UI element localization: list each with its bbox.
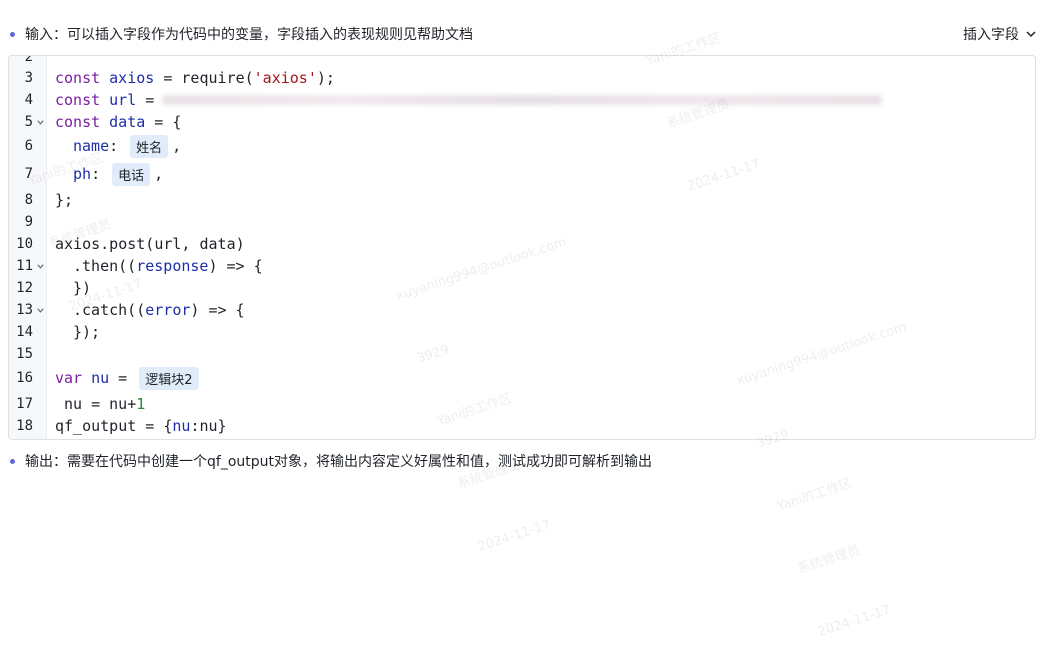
output-hint-row: 输出：需要在代码中创建一个qf_output对象，将输出内容定义好属性和值，测试…	[0, 449, 1051, 473]
field-chip-logic-block[interactable]: 逻辑块2	[139, 366, 199, 390]
code-line: 15	[9, 343, 1035, 365]
line-number: 15	[16, 346, 33, 362]
line-number: 12	[16, 280, 33, 296]
redacted-url	[162, 95, 883, 105]
line-number: 17	[16, 396, 33, 412]
input-hint-row: 输入：可以插入字段作为代码中的变量，字段插入的表现规则见帮助文档 插入字段	[0, 22, 1051, 46]
insert-field-label: 插入字段	[963, 27, 1019, 43]
code-line: 18 qf_output = { nu :nu}	[9, 415, 1035, 437]
chevron-down-icon	[1026, 31, 1036, 38]
output-bullet	[10, 458, 15, 464]
code-line: 3 const axios = require( 'axios' );	[9, 67, 1035, 89]
fold-chevron-icon[interactable]	[33, 262, 47, 271]
code-line: 17 nu = nu+ 1	[9, 393, 1035, 415]
fold-chevron-icon[interactable]	[33, 118, 47, 127]
code-line: 14 });	[9, 321, 1035, 343]
code-line: 9	[9, 211, 1035, 233]
code-line: 11 .then(( response ) => {	[9, 255, 1035, 277]
line-number: 8	[24, 192, 33, 208]
code-line: 10 axios.post(url, data)	[9, 233, 1035, 255]
code-line: 13 .catch(( error ) => {	[9, 299, 1035, 321]
line-number: 4	[24, 92, 33, 108]
input-bullet	[10, 31, 15, 37]
input-hint-text: 输入：可以插入字段作为代码中的变量，字段插入的表现规则见帮助文档	[25, 27, 473, 43]
code-line: 12 })	[9, 277, 1035, 299]
line-number: 18	[16, 418, 33, 434]
output-hint-text: 输出：需要在代码中创建一个qf_output对象，将输出内容定义好属性和值，测试…	[25, 454, 652, 470]
insert-field-dropdown[interactable]: 插入字段	[963, 22, 1037, 46]
code-line: 2	[9, 55, 1035, 65]
code-line: 7 ph : 电话 ,	[9, 159, 1035, 189]
field-chip-phone[interactable]: 电话	[112, 162, 151, 186]
code-line: 16 var nu = 逻辑块2	[9, 363, 1035, 393]
line-number: 16	[16, 370, 33, 386]
line-number: 10	[16, 236, 33, 252]
line-number: 5	[24, 114, 33, 130]
line-number: 2	[24, 55, 33, 65]
line-number: 7	[24, 166, 33, 182]
code-line: 8 };	[9, 189, 1035, 211]
code-editor[interactable]: 2 3 const axios = require( 'axios' ); 4 …	[8, 55, 1036, 440]
line-number: 11	[16, 258, 33, 274]
line-number: 13	[16, 302, 33, 318]
line-number: 6	[24, 138, 33, 154]
line-number: 3	[24, 70, 33, 86]
field-chip-name[interactable]: 姓名	[130, 134, 169, 158]
code-line: 5 const data = {	[9, 111, 1035, 133]
code-line: 6 name : 姓名 ,	[9, 133, 1035, 159]
code-line: 4 const url =	[9, 89, 1035, 111]
line-number: 14	[16, 324, 33, 340]
fold-chevron-icon[interactable]	[33, 306, 47, 315]
line-number: 9	[24, 214, 33, 230]
